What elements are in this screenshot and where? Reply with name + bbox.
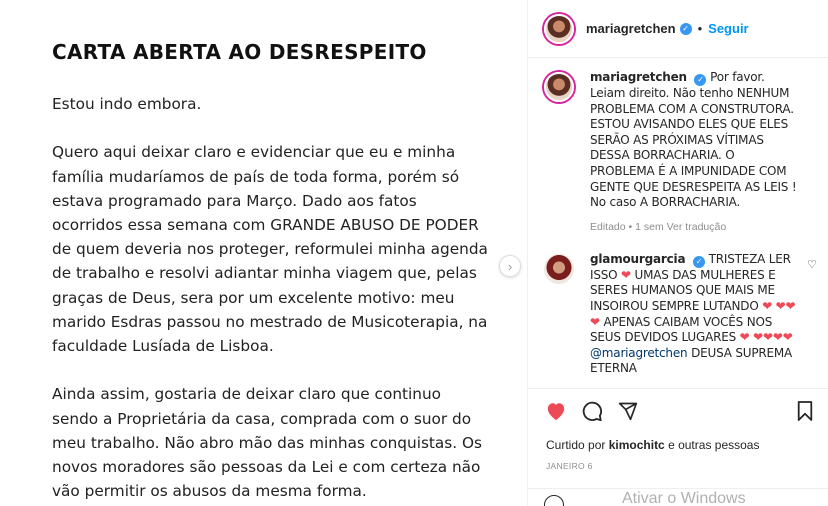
post-body: Estou indo embora. Quero aqui deixar cla… (52, 92, 492, 506)
comment-mention[interactable]: @mariagretchen (590, 346, 688, 360)
heart-emoji-icon: ❤ (621, 267, 631, 282)
avatar[interactable] (544, 13, 574, 44)
verified-badge-icon: ✓ (692, 255, 705, 268)
heart-emoji-icon: ❤ (762, 298, 773, 313)
comment-username[interactable]: mariagretchen (590, 70, 687, 84)
next-slide-button[interactable]: › (499, 255, 521, 277)
heart-emoji-icon: ❤ (739, 330, 750, 345)
like-comment-heart-icon[interactable]: ♡ (807, 258, 817, 271)
follow-button[interactable]: Seguir (708, 21, 748, 36)
post-header: mariagretchen ✓ • Seguir (528, 0, 828, 58)
heart-emoji-icon: ❤❤❤❤ (753, 330, 793, 345)
comment-body: UMAS DAS MULHERES E SERES HUMANOS QUE MA… (590, 267, 776, 313)
emoji-icon[interactable] (544, 495, 564, 506)
chevron-right-icon: › (507, 258, 513, 274)
likes-summary: Curtido por kimochitc e outras pessoas (546, 438, 759, 452)
comment-username[interactable]: glamourgarcia (590, 252, 686, 266)
action-bar (544, 399, 817, 423)
post-paragraph: Ainda assim, gostaria de deixar claro qu… (52, 385, 482, 501)
caption-comment: mariagretchen ✓ Por favor. Leiam direito… (528, 70, 828, 233)
windows-activation-watermark: Ativar o Windows (622, 490, 746, 506)
separator-dot: • (697, 21, 703, 36)
post-sidebar: mariagretchen ✓ • Seguir mariagretchen ✓… (527, 0, 828, 506)
header-username[interactable]: mariagretchen (586, 21, 676, 36)
post-date: JANEIRO 6 (546, 461, 593, 471)
post-actions: Curtido por kimochitc e outras pessoas J… (528, 388, 828, 506)
comment-icon[interactable] (580, 399, 604, 423)
likes-prefix: Curtido por (546, 438, 606, 452)
comment-body: Por favor. Leiam direito. Não tenho NENH… (590, 70, 797, 210)
avatar[interactable] (544, 72, 574, 102)
like-heart-icon[interactable] (544, 399, 568, 423)
comment-text: glamourgarcia ✓ TRISTEZA LER ISSO ❤ UMAS… (590, 252, 799, 377)
post-image: CARTA ABERTA AO DESRESPEITO Estou indo e… (0, 0, 527, 506)
avatar[interactable] (544, 253, 574, 284)
post-paragraph: Quero aqui deixar claro e evidenciar que… (52, 143, 488, 356)
comment-meta: Editado • 1 sem Ver tradução (590, 220, 727, 233)
add-comment-bar: Ativar o Windows (528, 488, 828, 506)
comment-item: glamourgarcia ✓ TRISTEZA LER ISSO ❤ UMAS… (528, 252, 828, 377)
post-paragraph: Estou indo embora. (52, 95, 202, 113)
comment-text: mariagretchen ✓ Por favor. Leiam direito… (590, 70, 799, 211)
verified-badge-icon: ✓ (694, 74, 707, 86)
bookmark-icon[interactable] (793, 399, 817, 423)
liked-by-user[interactable]: kimochitc (609, 438, 665, 452)
post-title: CARTA ABERTA AO DESRESPEITO (52, 40, 427, 64)
likes-suffix[interactable]: e outras pessoas (668, 438, 759, 452)
comments-list: mariagretchen ✓ Por favor. Leiam direito… (528, 58, 828, 388)
share-icon[interactable] (616, 399, 640, 423)
verified-badge-icon: ✓ (679, 22, 692, 35)
